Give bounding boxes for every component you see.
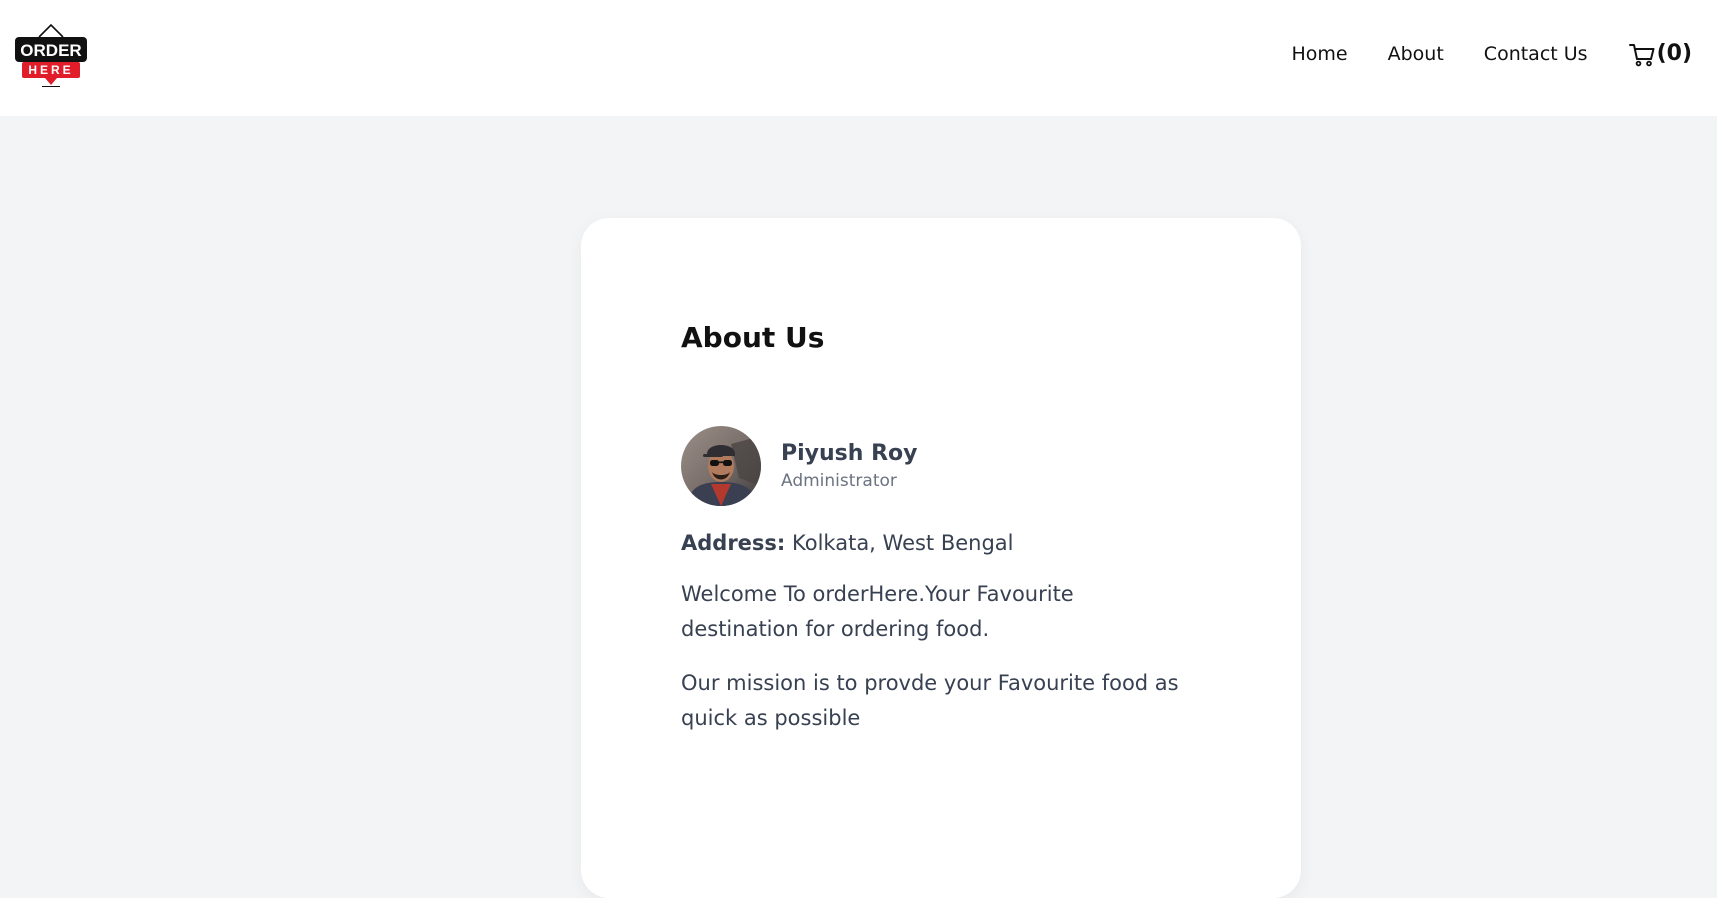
about-card: About Us Piyush Roy Administrator Addres… (581, 218, 1301, 898)
site-header: ORDER HERE Home About Contact Us (0) (0, 0, 1717, 116)
logo-bottom-text: HERE (28, 63, 73, 77)
profile-text: Piyush Roy Administrator (781, 439, 917, 493)
cart-icon (1628, 44, 1655, 67)
address-value: Kolkata, West Bengal (792, 531, 1014, 555)
avatar (681, 426, 761, 506)
main-nav: Home About Contact Us (0) (1292, 40, 1692, 68)
address: Address: Kolkata, West Bengal (681, 528, 1201, 558)
nav-about-link[interactable]: About (1388, 40, 1444, 68)
cart-button[interactable]: (0) (1628, 40, 1692, 68)
nav-home-link[interactable]: Home (1292, 40, 1348, 68)
cart-count: (0) (1656, 41, 1692, 66)
avatar-photo (681, 426, 761, 506)
about-content: About Us Piyush Roy Administrator Addres… (681, 320, 1201, 736)
profile: Piyush Roy Administrator (681, 426, 1201, 506)
address-label: Address: (681, 531, 786, 555)
profile-role: Administrator (781, 471, 897, 491)
logo-graphic: ORDER HERE (15, 23, 87, 87)
nav-contact-link[interactable]: Contact Us (1484, 40, 1588, 68)
mission-paragraph: Our mission is to provde your Favourite … (681, 671, 1179, 730)
order-here-logo[interactable]: ORDER HERE (14, 22, 88, 88)
logo-top-text: ORDER (20, 41, 81, 60)
welcome-paragraph: Welcome To orderHere.Your Favourite dest… (681, 582, 1074, 641)
profile-name: Piyush Roy (781, 441, 918, 466)
page-title: About Us (681, 321, 825, 354)
